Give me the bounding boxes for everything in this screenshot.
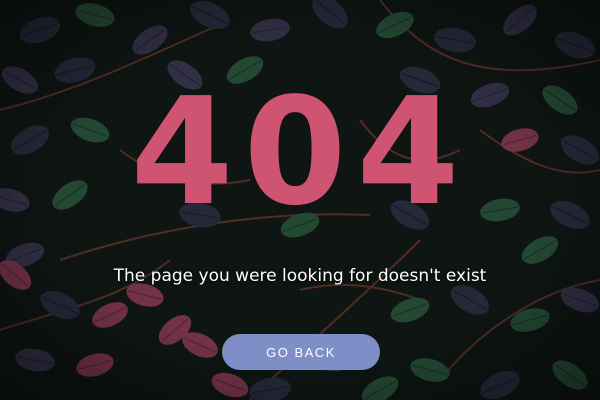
error-message: The page you were looking for doesn't ex… xyxy=(113,266,487,286)
go-back-button[interactable]: GO BACK xyxy=(222,334,380,370)
error-code-heading: 404 xyxy=(130,66,470,238)
error-page: 404 The page you were looking for doesn'… xyxy=(0,0,600,400)
